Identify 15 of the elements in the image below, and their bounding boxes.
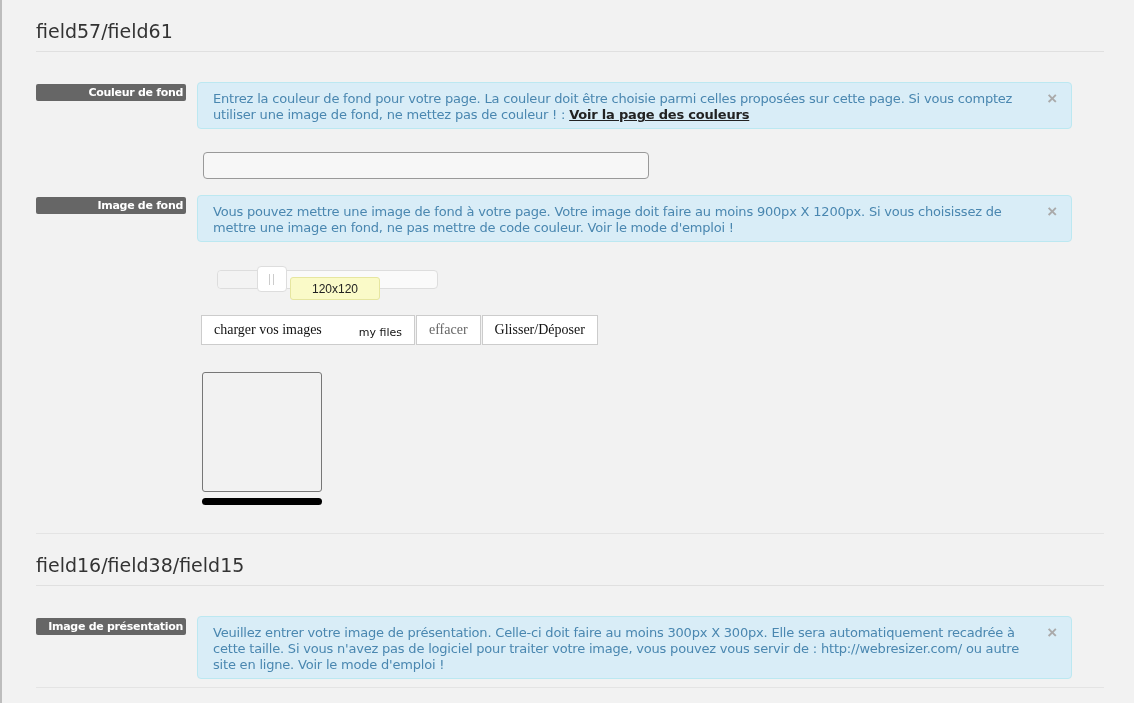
- size-tooltip: 120x120: [290, 277, 380, 300]
- help-message: Veuillez entrer votre image de présentation. Celle-ci doit faire au moins 300px X 300px. Elle sera automatiquement recadrée à cette taille. Si vous n'avez pas de logiciel pour traiter votre image, vous pouvez vous servir de : http://webresizer.com/ ou autre site en ligne. Voir le mode d'emploi ! ×: [197, 616, 1072, 679]
- upload-button[interactable]: charger vos images my files: [201, 315, 415, 345]
- clear-button[interactable]: effacer: [416, 315, 481, 345]
- section-title: field57/field61: [36, 0, 1104, 52]
- help-message: Entrez la couleur de fond pour votre page. La couleur doit être choisie parmi celles proposées sur cette page. Si vous comptez utiliser une image de fond, ne mettez pas de couleur ! : Voir la page des couleurs ×: [197, 82, 1072, 129]
- colors-page-link[interactable]: Voir la page des couleurs: [569, 107, 750, 122]
- color-input-field[interactable]: [203, 152, 649, 179]
- section-title: field16/field38/field15: [36, 534, 1104, 586]
- help-message: Vous pouvez mettre une image de fond à votre page. Votre image doit faire au moins 900px X 1200px. Si vous choisissez de mettre une image en fond, ne pas mettre de code couleur. Voir le mode d'emploi ! ×: [197, 195, 1072, 242]
- field-label: Image de fond: [36, 197, 186, 214]
- drag-drop-button[interactable]: Glisser/Déposer: [481, 315, 598, 345]
- slider-handle[interactable]: [256, 266, 287, 292]
- field-label: Couleur de fond: [36, 84, 186, 101]
- field-label: Image de présentation: [36, 618, 186, 635]
